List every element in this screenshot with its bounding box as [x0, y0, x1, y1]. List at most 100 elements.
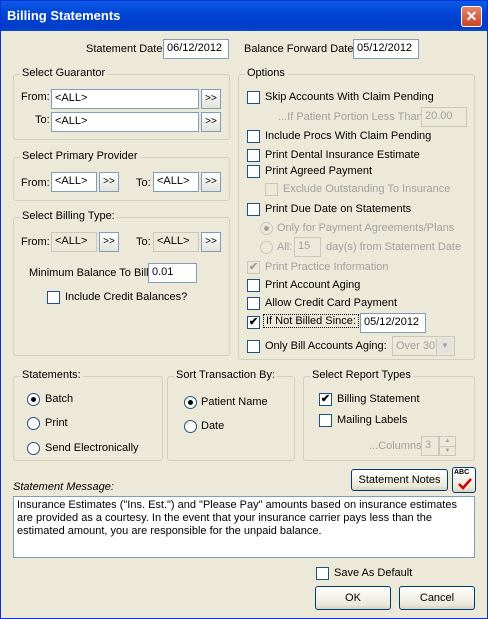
batch-radio[interactable]: [27, 393, 40, 406]
print-label: Print: [45, 417, 68, 429]
skip-claim-pending-label: Skip Accounts With Claim Pending: [265, 91, 434, 103]
balance-forward-field[interactable]: 05/12/2012: [353, 39, 419, 59]
only-bill-aging-label: Only Bill Accounts Aging:: [265, 340, 387, 352]
patient-portion-label: ...If Patient Portion Less Than:: [278, 111, 426, 123]
batch-label: Batch: [45, 393, 74, 405]
cancel-button[interactable]: Cancel: [399, 586, 475, 610]
only-payment-agreements-radio[interactable]: [260, 222, 273, 235]
guarantor-from-field[interactable]: <ALL>: [51, 89, 199, 109]
only-bill-aging-checkbox[interactable]: [247, 340, 260, 353]
spin-up-icon[interactable]: ▲: [440, 437, 455, 447]
provider-to-field[interactable]: <ALL>: [153, 172, 199, 192]
send-electronically-radio[interactable]: [27, 442, 40, 455]
date-label: Date: [201, 420, 225, 432]
patient-name-radio[interactable]: [184, 396, 197, 409]
statement-message-textarea[interactable]: Insurance Estimates ("Ins. Est.") and "P…: [13, 496, 475, 558]
provider-to-label: To:: [136, 177, 151, 189]
print-dental-estimate-label: Print Dental Insurance Estimate: [265, 149, 420, 161]
provider-to-picker-button[interactable]: >>: [201, 172, 221, 192]
billing-type-from-picker-button[interactable]: >>: [99, 232, 119, 252]
guarantor-to-field[interactable]: <ALL>: [51, 112, 199, 132]
mailing-labels-label: Mailing Labels: [337, 414, 408, 426]
date-radio[interactable]: [184, 420, 197, 433]
print-due-date-label: Print Due Date on Statements: [265, 203, 412, 215]
statements-legend: Statements:: [20, 369, 83, 381]
billing-statement-checkbox[interactable]: ✔: [319, 393, 332, 406]
all-days-field[interactable]: 15: [294, 237, 321, 257]
print-agreed-payment-label: Print Agreed Payment: [265, 165, 373, 177]
provider-from-picker-button[interactable]: >>: [99, 172, 119, 192]
allow-credit-card-label: Allow Credit Card Payment: [265, 297, 398, 309]
billing-type-to-picker-button[interactable]: >>: [201, 232, 221, 252]
columns-spinner[interactable]: ▲ ▼: [439, 436, 456, 456]
checkmark-icon: [458, 478, 472, 490]
include-procs-checkbox[interactable]: [247, 130, 260, 143]
billing-type-legend: Select Billing Type:: [20, 210, 117, 222]
billing-type-from-field[interactable]: <ALL>: [51, 232, 97, 252]
billing-type-to-field[interactable]: <ALL>: [153, 232, 199, 252]
billing-type-to-label: To:: [136, 236, 151, 248]
send-electronically-label: Send Electronically: [45, 442, 139, 454]
close-icon[interactable]: ✕: [461, 6, 482, 27]
skip-claim-pending-checkbox[interactable]: [247, 91, 260, 104]
spin-down-icon[interactable]: ▼: [440, 447, 455, 456]
aging-dropdown-value: Over 30: [396, 340, 436, 352]
include-credit-label: Include Credit Balances?: [65, 291, 188, 303]
patient-name-label: Patient Name: [201, 396, 268, 408]
aging-dropdown[interactable]: Over 30 ▼: [392, 336, 455, 356]
only-payment-agreements-label: Only for Payment Agreements/Plans: [277, 222, 455, 234]
statement-notes-button[interactable]: Statement Notes: [351, 469, 448, 491]
options-legend: Options: [245, 67, 287, 79]
title-bar: Billing Statements ✕: [1, 1, 487, 31]
provider-from-label: From:: [21, 177, 50, 189]
guarantor-legend: Select Guarantor: [20, 67, 108, 79]
guarantor-from-label: From:: [21, 91, 50, 103]
include-credit-checkbox[interactable]: [47, 291, 60, 304]
all-days-label: All:: [277, 241, 293, 253]
columns-field[interactable]: 3: [421, 436, 439, 456]
sort-legend: Sort Transaction By:: [174, 369, 278, 381]
min-balance-field[interactable]: 0.01: [148, 263, 197, 283]
days-suffix-label: day(s) from Statement Date: [326, 241, 462, 253]
billing-statement-label: Billing Statement: [337, 393, 420, 405]
spell-check-icon: ABC: [454, 469, 470, 476]
if-not-billed-since-label: If Not Billed Since:: [263, 314, 359, 328]
window-title: Billing Statements: [7, 8, 121, 23]
statement-date-label: Statement Date:: [86, 43, 166, 55]
print-account-aging-label: Print Account Aging: [265, 279, 361, 291]
exclude-outstanding-label: Exclude Outstanding To Insurance: [283, 183, 451, 195]
exclude-outstanding-checkbox[interactable]: [265, 183, 278, 196]
min-balance-label: Minimum Balance To Bill:: [29, 267, 152, 279]
print-due-date-checkbox[interactable]: [247, 203, 260, 216]
print-agreed-payment-checkbox[interactable]: [247, 165, 260, 178]
allow-credit-card-checkbox[interactable]: [247, 297, 260, 310]
print-account-aging-checkbox[interactable]: [247, 279, 260, 292]
guarantor-to-label: To:: [35, 114, 50, 126]
billing-type-from-label: From:: [21, 236, 50, 248]
print-dental-estimate-checkbox[interactable]: [247, 149, 260, 162]
not-billed-date-field[interactable]: 05/12/2012: [360, 313, 426, 333]
chevron-down-icon: ▼: [436, 338, 453, 354]
print-practice-info-label: Print Practice Information: [265, 261, 389, 273]
save-as-default-checkbox[interactable]: [316, 567, 329, 580]
patient-portion-field[interactable]: 20.00: [421, 107, 467, 127]
sort-group: Sort Transaction By:: [167, 369, 295, 461]
spell-check-button[interactable]: ABC: [452, 467, 476, 493]
if-not-billed-since-checkbox[interactable]: ✔: [247, 316, 260, 329]
all-days-radio[interactable]: [260, 241, 273, 254]
provider-from-field[interactable]: <ALL>: [51, 172, 97, 192]
ok-button[interactable]: OK: [315, 586, 391, 610]
include-procs-label: Include Procs With Claim Pending: [265, 130, 432, 142]
guarantor-from-picker-button[interactable]: >>: [201, 89, 221, 109]
print-radio[interactable]: [27, 417, 40, 430]
provider-legend: Select Primary Provider: [20, 150, 140, 162]
mailing-labels-checkbox[interactable]: [319, 414, 332, 427]
balance-forward-label: Balance Forward Date:: [244, 43, 357, 55]
statement-date-field[interactable]: 06/12/2012: [163, 39, 229, 59]
save-as-default-label: Save As Default: [334, 567, 413, 579]
print-practice-info-checkbox[interactable]: ✔: [247, 261, 260, 274]
billing-statements-window: Billing Statements ✕ Statement Date: 06/…: [0, 0, 488, 619]
statement-message-label: Statement Message:: [13, 481, 114, 493]
guarantor-to-picker-button[interactable]: >>: [201, 112, 221, 132]
columns-label: ...Columns:: [369, 440, 425, 452]
